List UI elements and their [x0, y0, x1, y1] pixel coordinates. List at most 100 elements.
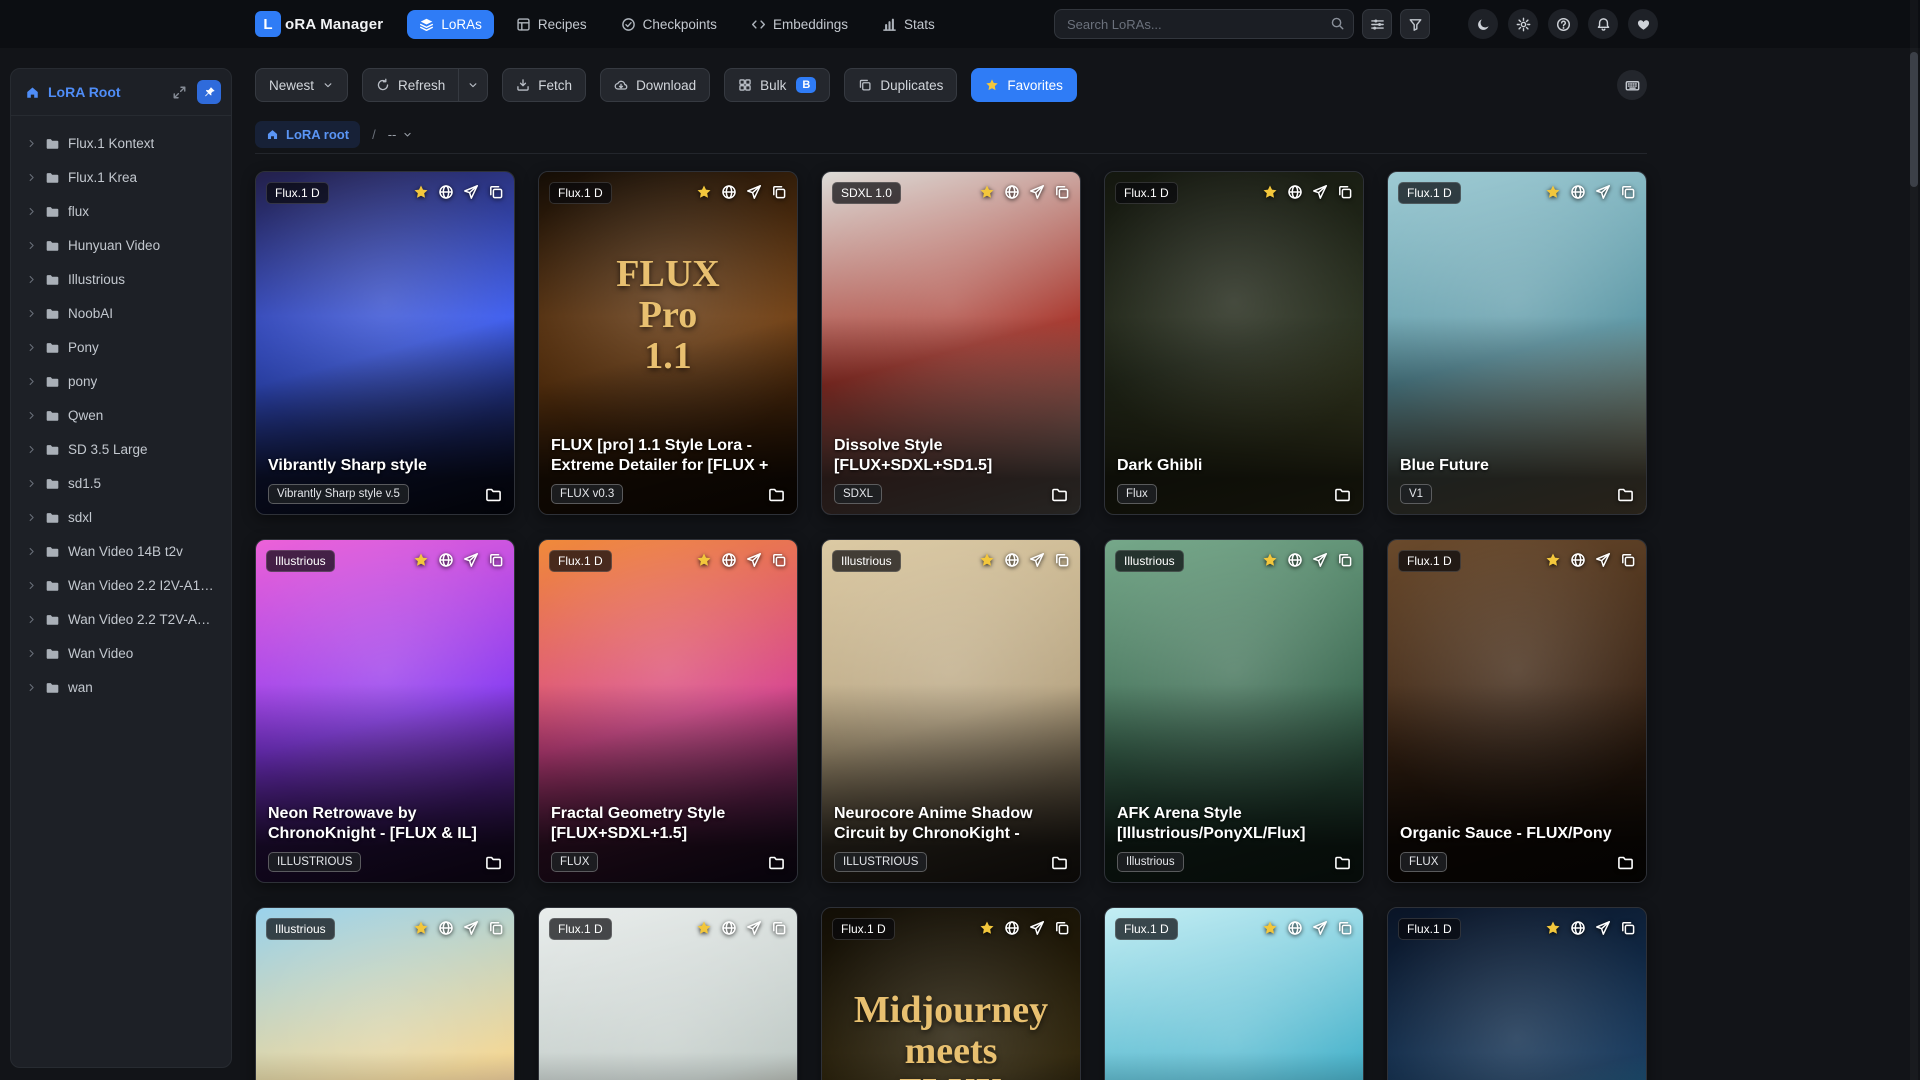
lora-card[interactable]: SDXL 1.0 Dissolve Style [FLUX+SDXL+SD1.5]… — [821, 171, 1081, 515]
sidebar-root-label[interactable]: LoRA Root — [48, 84, 161, 100]
help-button[interactable] — [1548, 9, 1578, 39]
copy-icon[interactable] — [1054, 920, 1070, 936]
copy-icon[interactable] — [1620, 184, 1636, 200]
globe-icon[interactable] — [1004, 920, 1020, 936]
folder-open-icon[interactable] — [768, 486, 785, 503]
globe-icon[interactable] — [1570, 184, 1586, 200]
copy-icon[interactable] — [771, 552, 787, 568]
lora-card[interactable]: FLUX Pro 1.1 Flux.1 D FLUX [pro] 1.1 Style… — [538, 171, 798, 515]
sidebar-folder[interactable]: Pony — [19, 330, 223, 364]
chevron-right-icon[interactable] — [26, 172, 37, 183]
duplicates-button[interactable]: Duplicates — [844, 68, 958, 102]
send-icon[interactable] — [463, 920, 479, 936]
send-icon[interactable] — [463, 184, 479, 200]
chevron-right-icon[interactable] — [26, 206, 37, 217]
expand-sidebar-icon[interactable] — [169, 82, 189, 102]
sidebar-folder[interactable]: flux — [19, 194, 223, 228]
sidebar-folder[interactable]: Qwen — [19, 398, 223, 432]
folder-open-icon[interactable] — [1334, 486, 1351, 503]
lora-card[interactable]: Flux.1 D — [1104, 907, 1364, 1080]
globe-icon[interactable] — [1570, 552, 1586, 568]
sidebar-folder[interactable]: wan — [19, 670, 223, 704]
filter-funnel-button[interactable] — [1400, 9, 1430, 39]
chevron-right-icon[interactable] — [26, 274, 37, 285]
send-icon[interactable] — [1312, 920, 1328, 936]
star-icon[interactable] — [696, 552, 712, 568]
sidebar-folder[interactable]: sdxl — [19, 500, 223, 534]
star-icon[interactable] — [979, 552, 995, 568]
chevron-right-icon[interactable] — [26, 614, 37, 625]
sidebar-folder[interactable]: Wan Video — [19, 636, 223, 670]
copy-icon[interactable] — [771, 184, 787, 200]
lora-card[interactable]: Flux.1 D Organic Sauce - FLUX/Pony FLUX — [1387, 539, 1647, 883]
sidebar-folder[interactable]: sd1.5 — [19, 466, 223, 500]
folder-open-icon[interactable] — [768, 854, 785, 871]
lora-card[interactable]: Illustrious Neon Retrowave by ChronoKnigh… — [255, 539, 515, 883]
filter-sliders-button[interactable] — [1362, 9, 1392, 39]
star-icon[interactable] — [1545, 184, 1561, 200]
copy-icon[interactable] — [1337, 184, 1353, 200]
lora-card[interactable]: Flux.1 D Blue Future V1 — [1387, 171, 1647, 515]
refresh-button[interactable]: Refresh — [362, 68, 460, 102]
star-icon[interactable] — [696, 920, 712, 936]
sidebar-folder[interactable]: Wan Video 2.2 I2V-A14B — [19, 568, 223, 602]
chevron-right-icon[interactable] — [26, 546, 37, 557]
globe-icon[interactable] — [438, 552, 454, 568]
lora-card[interactable]: Flux.1 D — [1387, 907, 1647, 1080]
send-icon[interactable] — [746, 552, 762, 568]
folder-open-icon[interactable] — [1334, 854, 1351, 871]
bulk-button[interactable]: Bulk B — [724, 68, 831, 102]
send-icon[interactable] — [1029, 184, 1045, 200]
settings-button[interactable] — [1508, 9, 1538, 39]
star-icon[interactable] — [696, 184, 712, 200]
star-icon[interactable] — [413, 552, 429, 568]
nav-item-checkpoints[interactable]: Checkpoints — [609, 10, 729, 39]
lora-card[interactable]: Midjourney meets FLUX Flux.1 D — [821, 907, 1081, 1080]
globe-icon[interactable] — [1004, 184, 1020, 200]
copy-icon[interactable] — [1337, 552, 1353, 568]
star-icon[interactable] — [1262, 920, 1278, 936]
chevron-right-icon[interactable] — [26, 648, 37, 659]
chevron-right-icon[interactable] — [26, 376, 37, 387]
search-icon[interactable] — [1330, 16, 1345, 31]
lora-card[interactable]: Flux.1 D — [538, 907, 798, 1080]
chevron-right-icon[interactable] — [26, 682, 37, 693]
globe-icon[interactable] — [1004, 552, 1020, 568]
sidebar-folder[interactable]: Flux.1 Krea — [19, 160, 223, 194]
sidebar-folder[interactable]: pony — [19, 364, 223, 398]
copy-icon[interactable] — [1054, 184, 1070, 200]
chevron-right-icon[interactable] — [26, 410, 37, 421]
globe-icon[interactable] — [721, 920, 737, 936]
globe-icon[interactable] — [438, 184, 454, 200]
globe-icon[interactable] — [1287, 184, 1303, 200]
nav-item-stats[interactable]: Stats — [870, 10, 947, 39]
star-icon[interactable] — [979, 920, 995, 936]
copy-icon[interactable] — [1620, 920, 1636, 936]
lora-card[interactable]: Illustrious Neurocore Anime Shadow Circui… — [821, 539, 1081, 883]
folder-open-icon[interactable] — [1617, 854, 1634, 871]
chevron-right-icon[interactable] — [26, 478, 37, 489]
star-icon[interactable] — [1545, 552, 1561, 568]
sidebar-folder[interactable]: Wan Video 2.2 T2V-A14B — [19, 602, 223, 636]
sort-select[interactable]: Newest — [255, 68, 349, 102]
nav-item-recipes[interactable]: Recipes — [504, 10, 599, 39]
folder-open-icon[interactable] — [1051, 854, 1068, 871]
copy-icon[interactable] — [488, 920, 504, 936]
nav-item-embeddings[interactable]: Embeddings — [739, 10, 860, 39]
page-scrollbar-thumb[interactable] — [1910, 52, 1918, 187]
chevron-right-icon[interactable] — [26, 444, 37, 455]
sidebar-folder[interactable]: SD 3.5 Large — [19, 432, 223, 466]
send-icon[interactable] — [1312, 184, 1328, 200]
favorites-button[interactable] — [1628, 9, 1658, 39]
star-icon[interactable] — [1262, 184, 1278, 200]
copy-icon[interactable] — [1337, 920, 1353, 936]
chevron-right-icon[interactable] — [26, 138, 37, 149]
star-icon[interactable] — [1262, 552, 1278, 568]
notifications-button[interactable] — [1588, 9, 1618, 39]
send-icon[interactable] — [1029, 920, 1045, 936]
send-icon[interactable] — [746, 920, 762, 936]
sidebar-folder[interactable]: Hunyuan Video — [19, 228, 223, 262]
favorites-filter-button[interactable]: Favorites — [971, 68, 1077, 102]
lora-card[interactable]: Illustrious — [255, 907, 515, 1080]
copy-icon[interactable] — [1054, 552, 1070, 568]
